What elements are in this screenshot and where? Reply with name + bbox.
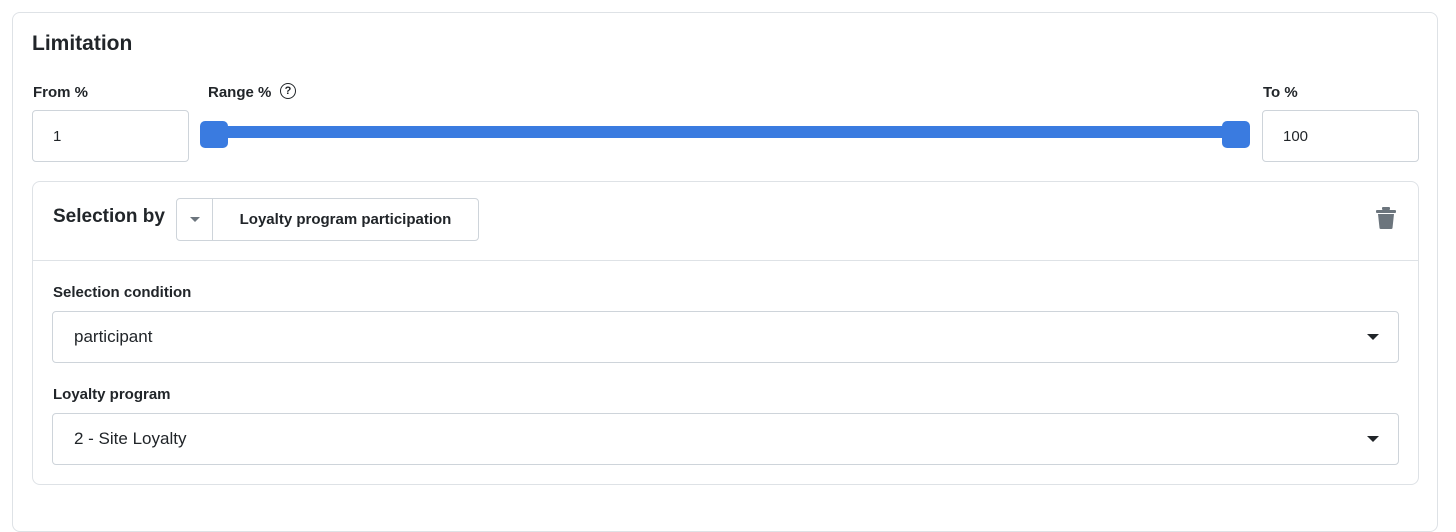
selection-type-toggle[interactable] xyxy=(177,199,213,240)
selection-condition-value: participant xyxy=(74,327,153,346)
range-slider-min-handle[interactable] xyxy=(200,121,228,148)
selection-condition-label: Selection condition xyxy=(53,284,192,301)
to-input[interactable]: 100 xyxy=(1262,110,1419,162)
range-slider-track[interactable] xyxy=(208,126,1242,138)
loyalty-program-select[interactable]: 2 - Site Loyalty xyxy=(52,413,1399,465)
to-value: 100 xyxy=(1283,127,1309,145)
from-value: 1 xyxy=(53,127,62,145)
range-slider-max-handle[interactable] xyxy=(1222,121,1250,148)
from-label: From % xyxy=(33,84,89,101)
selection-type-dropdown[interactable]: Loyalty program participation xyxy=(176,198,479,241)
selection-condition-select[interactable]: participant xyxy=(52,311,1399,363)
selection-by-label: Selection by xyxy=(53,206,165,227)
loyalty-program-value: 2 - Site Loyalty xyxy=(74,429,187,448)
to-label: To % xyxy=(1263,84,1298,101)
trash-icon[interactable] xyxy=(1376,207,1396,229)
section-title: Limitation xyxy=(32,32,133,55)
selection-header-divider xyxy=(33,260,1418,261)
loyalty-program-label: Loyalty program xyxy=(53,386,171,403)
question-circle-icon[interactable]: ? xyxy=(280,83,296,99)
caret-down-icon xyxy=(1367,334,1379,340)
caret-down-icon xyxy=(189,217,200,222)
caret-down-icon xyxy=(1367,436,1379,442)
from-input[interactable]: 1 xyxy=(32,110,189,162)
range-label: Range % xyxy=(208,84,272,101)
selection-type-value: Loyalty program participation xyxy=(239,211,452,228)
